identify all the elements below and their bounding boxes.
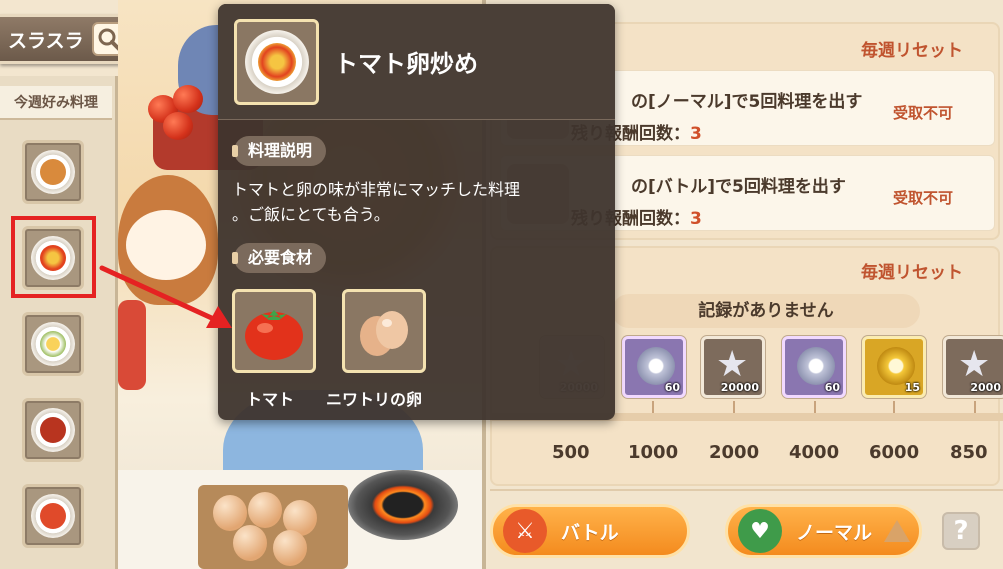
tomato-noodle-dish-icon <box>31 494 75 538</box>
battle-button[interactable]: ⚔ バトル <box>490 504 690 558</box>
description-tag: 料理説明 <box>231 136 327 166</box>
normal-label: ノーマル <box>796 521 873 544</box>
mission-reset-label: 毎週リセット <box>861 41 963 61</box>
gold-chef-coin-icon <box>877 347 915 385</box>
reward-item[interactable]: ★20000 <box>701 336 765 398</box>
chef-hat-coin-icon <box>637 347 675 385</box>
egg-rice-dish-icon <box>31 322 75 366</box>
ingredients-tag: 必要食材 <box>231 243 327 273</box>
pointer-arrow-icon <box>99 265 232 328</box>
battle-label: バトル <box>561 521 619 544</box>
reward-item[interactable]: 60 <box>622 336 686 398</box>
milestone-label: 2000 <box>709 442 760 463</box>
dish-slot-egg-rice[interactable] <box>22 312 84 376</box>
star-icon: ★ <box>958 344 991 385</box>
star-icon: ★ <box>716 344 749 385</box>
selection-highlight <box>11 216 96 298</box>
ingredient-label: ニワトリの卵 <box>326 390 423 409</box>
dish-slot-tomato-noodle[interactable] <box>22 484 84 548</box>
tomato-icon <box>245 310 303 360</box>
ingredient-slot-egg[interactable] <box>342 289 426 373</box>
chili-meat-dish-icon <box>31 408 75 452</box>
search-label: スラスラ <box>8 29 84 52</box>
tooltip-title: トマト卵炒め <box>334 50 478 78</box>
dish-description: トマトと卵の味が非常にマッチした料理 。ご飯にとても合う。 <box>232 180 521 224</box>
weekly-favorite-title: 今週好み料理 <box>0 86 112 120</box>
divider <box>490 489 1003 491</box>
milestone-label: 6000 <box>869 442 920 463</box>
milestone-pin <box>652 401 654 413</box>
milestone-pin <box>733 401 735 413</box>
mission-text: の[バトル]で5回料理を出す <box>631 177 846 197</box>
mission-status: 受取不可 <box>893 189 954 207</box>
reward-reset-label: 毎週リセット <box>861 263 963 283</box>
milestone-pin <box>974 401 976 413</box>
noodle-dish-icon <box>31 150 75 194</box>
reward-item[interactable]: 15 <box>862 336 926 398</box>
egg-icon <box>360 311 408 356</box>
ingredient-label: トマト <box>246 390 295 409</box>
milestone-pin <box>814 401 816 413</box>
mission-text: の[ノーマル]で5回料理を出す <box>631 92 863 112</box>
dish-slot-chili-meat[interactable] <box>22 398 84 462</box>
reward-item[interactable]: 60 <box>782 336 846 398</box>
dish-slot-noodle[interactable] <box>22 140 84 204</box>
triangle-up-icon <box>884 520 911 542</box>
mission-status: 受取不可 <box>893 104 954 122</box>
milestone-label: 500 <box>552 442 590 463</box>
help-button[interactable]: ? <box>942 512 980 550</box>
crossed-swords-icon: ⚔ <box>503 509 547 553</box>
milestone-label: 4000 <box>789 442 840 463</box>
chef-hat-coin-icon <box>797 347 835 385</box>
reward-item[interactable]: ★ 2000 <box>943 336 1003 398</box>
ingredient-slot-tomato[interactable] <box>232 289 316 373</box>
handshake-icon: ♥ <box>738 509 782 553</box>
milestone-label: 1000 <box>628 442 679 463</box>
tomato-egg-dish-icon <box>234 19 319 105</box>
milestone-pin <box>893 401 895 413</box>
milestone-label: 850 <box>950 442 988 463</box>
no-record-banner: 記録がありません <box>612 294 920 328</box>
normal-button[interactable]: ♥ ノーマル <box>725 504 922 558</box>
